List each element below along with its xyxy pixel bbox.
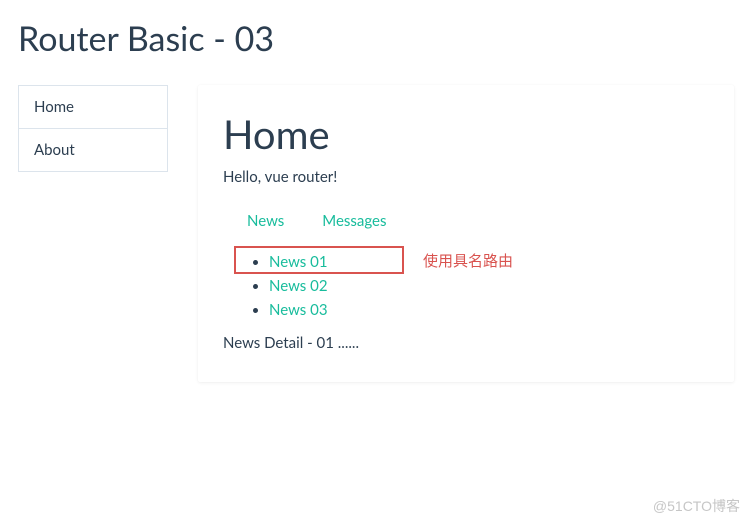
annotation-text: 使用具名路由: [423, 250, 513, 271]
list-item: News 02: [269, 274, 709, 298]
news-list: 使用具名路由 News 01 News 02 News 03: [223, 250, 709, 322]
page-title: Router Basic - 03: [18, 18, 734, 59]
main-heading: Home: [223, 110, 709, 158]
tabs: News Messages: [223, 204, 709, 238]
main-panel: Home Hello, vue router! News Messages 使用…: [198, 85, 734, 382]
tab-messages[interactable]: Messages: [318, 204, 390, 238]
watermark: @51CTO博客: [653, 496, 740, 516]
news-link-01[interactable]: News 01: [269, 253, 328, 271]
main-greeting: Hello, vue router!: [223, 168, 709, 186]
news-link-03[interactable]: News 03: [269, 301, 328, 319]
tab-news[interactable]: News: [243, 204, 288, 238]
layout: Home About Home Hello, vue router! News …: [18, 85, 734, 382]
news-detail: News Detail - 01 ......: [223, 334, 709, 352]
sidebar-item-about[interactable]: About: [19, 129, 167, 171]
sidebar-item-home[interactable]: Home: [19, 86, 167, 129]
sidebar: Home About: [18, 85, 168, 172]
list-item: News 03: [269, 298, 709, 322]
news-link-02[interactable]: News 02: [269, 277, 328, 295]
